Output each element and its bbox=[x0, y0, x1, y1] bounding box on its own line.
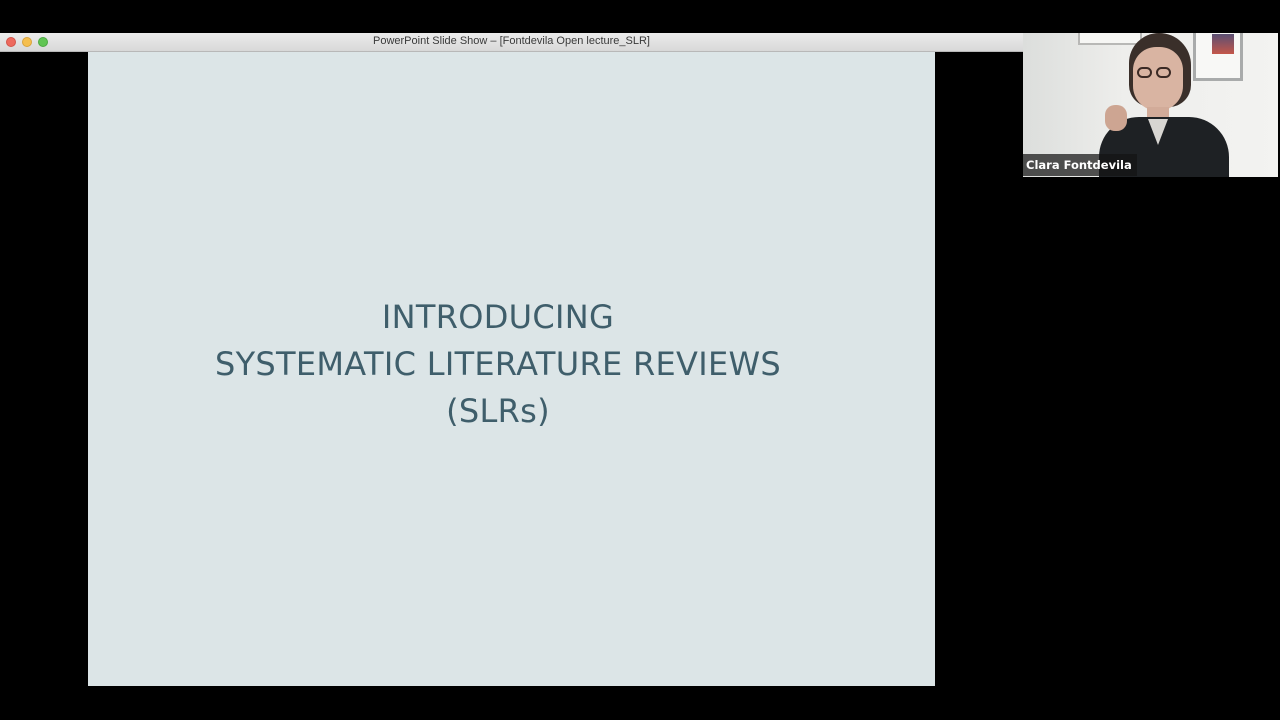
participant-name-label: Clara Fontdevila bbox=[1023, 154, 1137, 176]
powerpoint-slideshow-window: PowerPoint Slide Show – [Fontdevila Open… bbox=[0, 33, 1023, 686]
meeting-screen: PowerPoint Slide Show – [Fontdevila Open… bbox=[0, 0, 1280, 720]
slide-title-line-3: (SLRs) bbox=[446, 392, 550, 430]
window-titlebar[interactable]: PowerPoint Slide Show – [Fontdevila Open… bbox=[0, 33, 1023, 52]
participant-face bbox=[1133, 47, 1183, 111]
window-title: PowerPoint Slide Show – [Fontdevila Open… bbox=[373, 35, 650, 47]
slide-title: INTRODUCING SYSTEMATIC LITERATURE REVIEW… bbox=[88, 294, 908, 435]
participant-hand bbox=[1105, 105, 1127, 131]
slide[interactable]: INTRODUCING SYSTEMATIC LITERATURE REVIEW… bbox=[88, 52, 935, 686]
glasses-lens-right bbox=[1156, 67, 1171, 78]
slide-title-line-1: INTRODUCING bbox=[381, 298, 615, 336]
slide-area: INTRODUCING SYSTEMATIC LITERATURE REVIEW… bbox=[0, 52, 1023, 686]
participant-video-tile[interactable]: Clara Fontdevila bbox=[1023, 33, 1278, 177]
slide-title-line-2: SYSTEMATIC LITERATURE REVIEWS bbox=[214, 345, 782, 383]
glasses-lens-left bbox=[1137, 67, 1152, 78]
